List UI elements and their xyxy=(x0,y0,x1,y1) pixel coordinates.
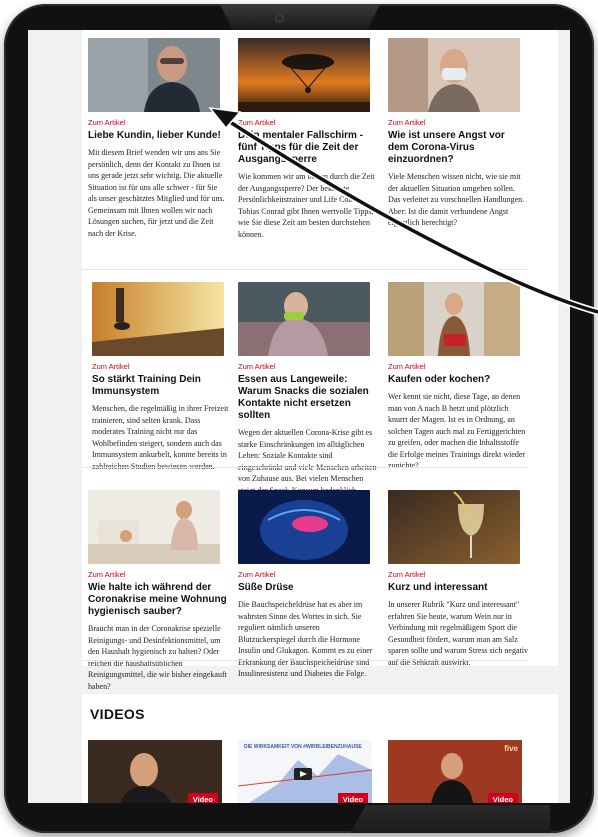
pointer-arrow xyxy=(208,107,598,316)
